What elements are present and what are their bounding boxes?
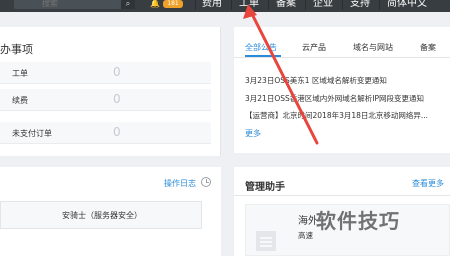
nav-divider xyxy=(231,0,232,10)
todo-title: 办事项 xyxy=(0,43,33,56)
watermark-text: 软件技巧 xyxy=(316,209,400,233)
nav-divider xyxy=(342,0,343,10)
clock-icon[interactable] xyxy=(201,177,211,187)
assistant-item-subtitle: 高速 xyxy=(298,231,313,240)
nav-enterprise[interactable]: 企业 xyxy=(313,0,333,10)
nav-filing[interactable]: 备案 xyxy=(276,0,296,10)
operations-card: 操作日志 安骑士（服务器安全） xyxy=(0,167,221,256)
nav-tickets[interactable]: 工单 xyxy=(239,0,259,10)
assistant-divider xyxy=(234,195,450,196)
tab-all-announcements[interactable]: 全部公告 xyxy=(245,42,277,53)
todo-row-unpaid-orders[interactable]: 未支付订单 0 xyxy=(0,122,211,144)
todo-card: 办事项 工单 0 续费 0 未支付订单 0 xyxy=(0,27,221,156)
bell-icon[interactable]: 🔔 xyxy=(150,0,160,9)
todo-label: 未支付订单 xyxy=(12,129,52,138)
nav-language[interactable]: 简体中文 xyxy=(387,0,427,10)
todo-label: 续费 xyxy=(12,96,28,105)
announcements-card: 全部公告 云产品 域名与网站 备案 3月23日OSS美东1 区域域名解析变更通知… xyxy=(234,27,450,153)
nav-fees[interactable]: 费用 xyxy=(202,0,222,10)
security-service-item[interactable]: 安骑士（服务器安全） xyxy=(0,201,202,229)
tab-domains-websites[interactable]: 域名与网站 xyxy=(353,42,393,53)
todo-count[interactable]: 0 xyxy=(113,92,121,106)
nav-divider xyxy=(379,0,380,10)
todo-count[interactable]: 0 xyxy=(113,65,121,79)
tab-divider xyxy=(234,57,450,58)
nav-divider xyxy=(268,0,269,10)
notice-item[interactable]: 3月23日OSS美东1 区域域名解析变更通知 xyxy=(245,75,450,86)
search-box[interactable] xyxy=(14,0,125,9)
nav-divider xyxy=(305,0,306,10)
view-more-link[interactable]: 查看更多 xyxy=(412,178,444,189)
notice-item[interactable]: 3月21日OSS香港区域内外网域名解析IP网段变更通知 xyxy=(245,93,450,104)
top-navigation-bar: ⌕ 🔔 181 费用 工单 备案 企业 支持 简体中文 xyxy=(0,0,450,12)
nav-divider xyxy=(195,0,196,10)
nav-support[interactable]: 支持 xyxy=(350,0,370,10)
todo-label: 工单 xyxy=(12,69,28,78)
document-icon xyxy=(256,231,276,251)
assistant-item-heading: 海外 xyxy=(298,216,318,227)
notice-item[interactable]: 【运营商】北京时间2018年3月18日北京移动网络异... xyxy=(245,110,450,121)
more-announcements-link[interactable]: 更多 xyxy=(245,128,261,139)
operation-log-link[interactable]: 操作日志 xyxy=(164,178,196,189)
tab-cloud-products[interactable]: 云产品 xyxy=(302,42,326,53)
tab-filing[interactable]: 备案 xyxy=(420,42,436,53)
todo-row-renewal[interactable]: 续费 0 xyxy=(0,89,211,111)
search-icon[interactable]: ⌕ xyxy=(121,0,135,9)
security-service-label: 安骑士（服务器安全） xyxy=(62,211,142,220)
notification-badge[interactable]: 181 xyxy=(163,0,183,8)
search-input[interactable] xyxy=(42,0,122,8)
assistant-title: 管理助手 xyxy=(245,182,285,193)
todo-row-tickets[interactable]: 工单 0 xyxy=(0,62,211,84)
todo-count[interactable]: 0 xyxy=(113,125,121,139)
